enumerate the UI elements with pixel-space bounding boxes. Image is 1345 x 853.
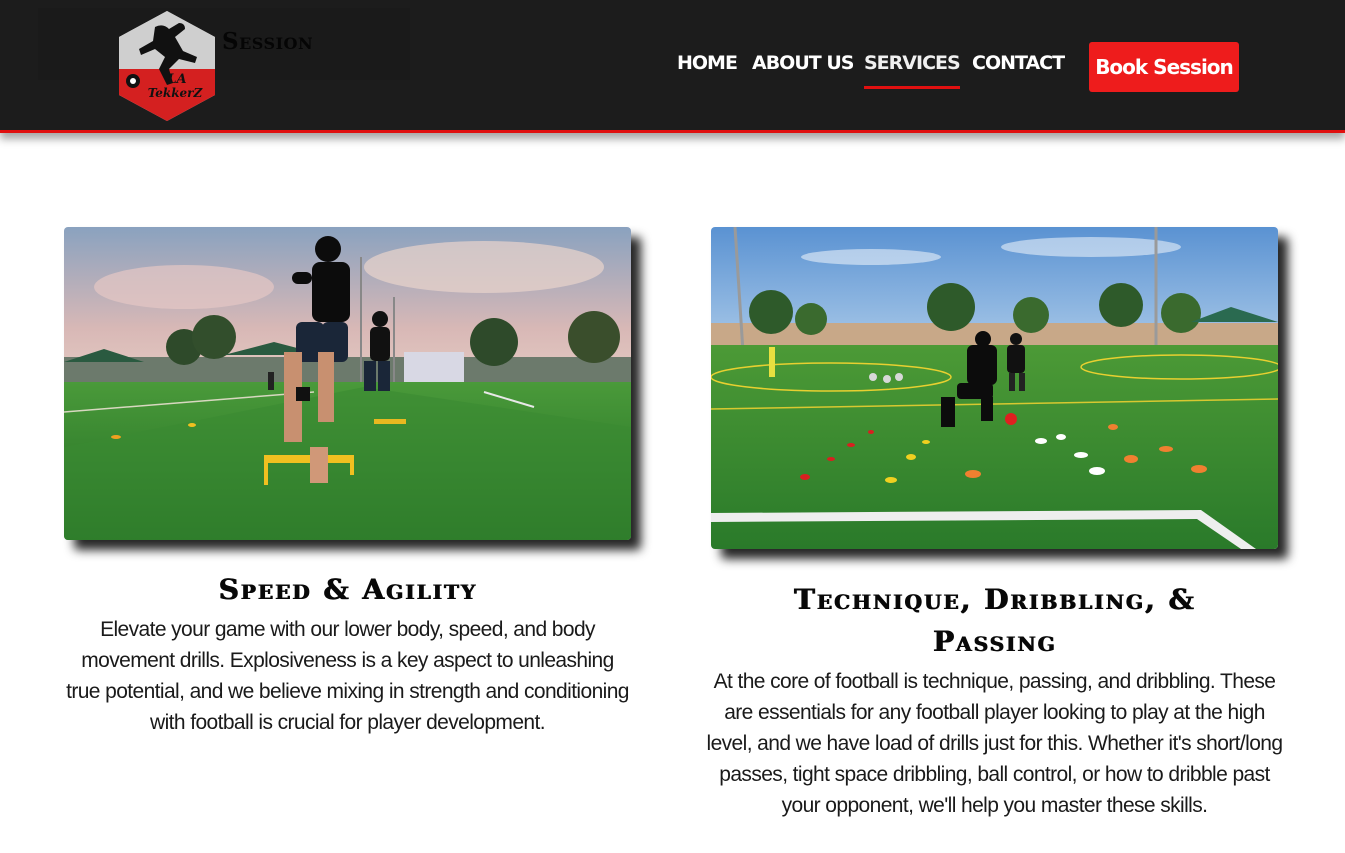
technique-dribbling-title: Technique, Dribbling, & Passing [793,583,1196,658]
speed-agility-title: Speed & Agility [218,573,477,606]
nav-contact[interactable]: CONTACT [972,52,1065,74]
site-header: LA TekkerZ Session HOME ABOUT US SERVICE… [0,0,1345,133]
nav-services[interactable]: SERVICES [864,52,961,89]
svg-text:LA: LA [166,72,186,87]
technique-dribbling-photo [711,227,1278,549]
logo-wordmark[interactable]: Session [222,28,313,55]
speed-agility-description: Elevate your game with our lower body, s… [66,618,629,734]
logo-icon[interactable]: LA TekkerZ [115,9,219,123]
book-session-button[interactable]: Book Session [1089,42,1239,92]
speed-agility-photo [64,227,631,540]
nav-home[interactable]: HOME [677,52,738,74]
technique-dribbling-description: At the core of football is technique, pa… [706,670,1284,817]
svg-text:TekkerZ: TekkerZ [148,86,204,100]
nav-about-us[interactable]: ABOUT US [752,52,854,74]
